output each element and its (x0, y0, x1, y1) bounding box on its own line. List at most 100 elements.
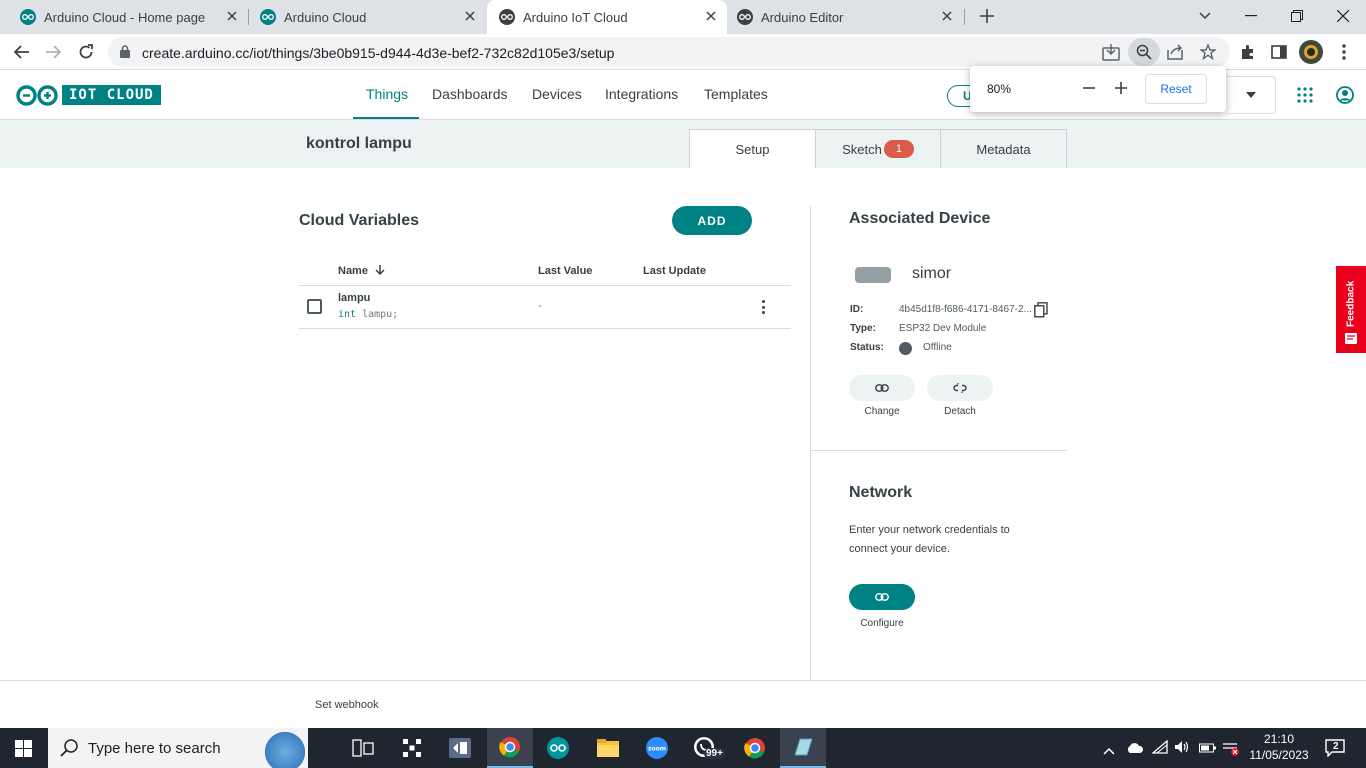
nav-things[interactable]: Things (366, 86, 408, 102)
feedback-tab[interactable]: Feedback (1336, 266, 1366, 353)
device-name[interactable]: simor (912, 265, 951, 283)
share-icon[interactable] (1167, 44, 1183, 65)
variable-last-value: - (538, 300, 542, 312)
wifi-icon[interactable] (1151, 739, 1168, 759)
url-text: create.arduino.cc/iot/things/3be0b915-d9… (142, 45, 615, 61)
clock-time: 21:10 (1263, 732, 1295, 746)
nav-dashboards[interactable]: Dashboards (432, 86, 508, 102)
volume-icon[interactable] (1174, 740, 1190, 759)
reload-icon[interactable] (73, 39, 99, 65)
thing-title[interactable]: kontrol lampu (306, 135, 412, 153)
device-id-value: 4b45d1f8-f686-4171-8467-2... (899, 304, 1032, 315)
row-actions-kebab-icon[interactable] (755, 298, 771, 316)
arduino-ide-icon[interactable] (535, 728, 581, 768)
app-icon-vs[interactable] (437, 728, 483, 768)
add-variable-button[interactable]: ADD (672, 206, 752, 235)
variable-name[interactable]: lampu (338, 292, 370, 304)
space-selector-dropdown[interactable] (1226, 76, 1276, 114)
browser-tab-cloud[interactable]: Arduino Cloud (250, 0, 486, 34)
back-arrow-icon[interactable] (9, 39, 35, 65)
browser-menu-icon[interactable] (1331, 39, 1357, 65)
detach-device-button[interactable] (927, 375, 993, 401)
extensions-puzzle-icon[interactable] (1235, 39, 1261, 65)
feedback-message-icon (1345, 331, 1357, 349)
set-webhook-link[interactable]: Set webhook (315, 699, 379, 711)
column-header-name[interactable]: Name (338, 265, 385, 277)
zoom-out-indicator-icon[interactable] (1128, 38, 1160, 66)
nav-integrations[interactable]: Integrations (605, 86, 678, 102)
tray-chevron-up-icon[interactable] (1103, 742, 1115, 760)
chrome-profile-icon[interactable] (732, 728, 778, 768)
column-name-label: Name (338, 265, 368, 277)
browser-tab-editor[interactable]: Arduino Editor (727, 0, 963, 34)
network-error-icon[interactable] (1222, 740, 1240, 761)
whatsapp-icon[interactable]: 99+ (683, 728, 729, 768)
tab-title: Arduino IoT Cloud (523, 9, 628, 25)
arduino-favicon-icon (737, 9, 753, 25)
link-icon (875, 384, 889, 392)
side-panel-icon[interactable] (1266, 39, 1292, 65)
task-view-icon[interactable] (340, 728, 386, 768)
lock-icon[interactable] (120, 45, 130, 63)
zoom-app-icon[interactable]: zoom (634, 728, 680, 768)
user-account-icon[interactable] (1336, 86, 1354, 109)
forward-arrow-icon[interactable] (40, 39, 66, 65)
tab-metadata[interactable]: Metadata (940, 129, 1067, 168)
close-tab-icon[interactable] (703, 8, 719, 24)
minimize-window-icon[interactable] (1237, 4, 1265, 28)
zoom-reset-button[interactable]: Reset (1145, 74, 1207, 104)
notepad-app-icon[interactable] (780, 728, 826, 768)
arduino-logo-icon[interactable] (16, 85, 58, 111)
taskbar-search-box[interactable]: Type here to search (48, 728, 308, 768)
close-tab-icon[interactable] (462, 8, 478, 24)
browser-tab-home[interactable]: Arduino Cloud - Home page (0, 0, 248, 34)
tab-sketch[interactable]: Sketch 1 (815, 129, 941, 168)
tab-divider (248, 9, 249, 25)
address-bar[interactable]: create.arduino.cc/iot/things/3be0b915-d9… (108, 37, 1230, 67)
restore-window-icon[interactable] (1283, 4, 1311, 28)
close-tab-icon[interactable] (224, 8, 240, 24)
windows-start-icon[interactable] (15, 740, 32, 762)
close-tab-icon[interactable] (939, 8, 955, 24)
feedback-label: Feedback (1345, 280, 1357, 328)
sort-arrow-down-icon (375, 265, 385, 276)
iot-cloud-logo-text[interactable]: IOT CLOUD (62, 85, 161, 105)
variable-declaration-rest: lampu; (356, 309, 399, 320)
device-status-value: Offline (923, 342, 952, 353)
search-placeholder: Type here to search (88, 740, 221, 757)
whatsapp-unread-badge: 99+ (704, 748, 725, 759)
widgets-icon[interactable] (389, 728, 435, 768)
battery-icon[interactable] (1199, 741, 1217, 759)
zoom-plus-icon[interactable] (1114, 81, 1128, 100)
configure-network-button[interactable] (849, 584, 915, 610)
variable-type: int (338, 309, 357, 320)
new-tab-button[interactable] (973, 4, 1001, 28)
profile-avatar[interactable] (1298, 39, 1324, 65)
arduino-favicon-icon (499, 9, 515, 25)
chrome-taskbar-icon[interactable] (487, 728, 533, 768)
nav-templates[interactable]: Templates (704, 86, 768, 102)
tab-metadata-label: Metadata (976, 141, 1031, 157)
onedrive-cloud-icon[interactable] (1126, 741, 1144, 759)
install-app-icon[interactable] (1102, 43, 1120, 66)
variable-select-checkbox[interactable] (307, 299, 322, 314)
zoom-minus-icon[interactable] (1082, 81, 1096, 100)
nav-devices[interactable]: Devices (532, 86, 582, 102)
tab-setup[interactable]: Setup (689, 129, 816, 168)
active-nav-indicator (353, 117, 419, 119)
tab-search-chevron-icon[interactable] (1191, 4, 1219, 28)
file-explorer-icon[interactable] (585, 728, 631, 768)
browser-tab-iot-cloud[interactable]: Arduino IoT Cloud (487, 0, 727, 34)
change-device-label: Change (864, 406, 900, 417)
apps-grid-icon[interactable] (1297, 87, 1313, 108)
change-device-button[interactable] (849, 375, 915, 401)
configure-network-label: Configure (860, 618, 904, 629)
bookmark-star-icon[interactable] (1198, 43, 1218, 65)
taskbar-clock[interactable]: 21:10 11/05/2023 (1244, 731, 1314, 763)
close-window-icon[interactable] (1329, 4, 1357, 28)
column-header-last-update: Last Update (643, 265, 706, 277)
copy-icon[interactable] (1034, 302, 1048, 323)
tab-title: Arduino Editor (761, 9, 844, 25)
notifications-icon[interactable]: 2 (1325, 739, 1345, 762)
search-highlight-icon (262, 728, 308, 768)
